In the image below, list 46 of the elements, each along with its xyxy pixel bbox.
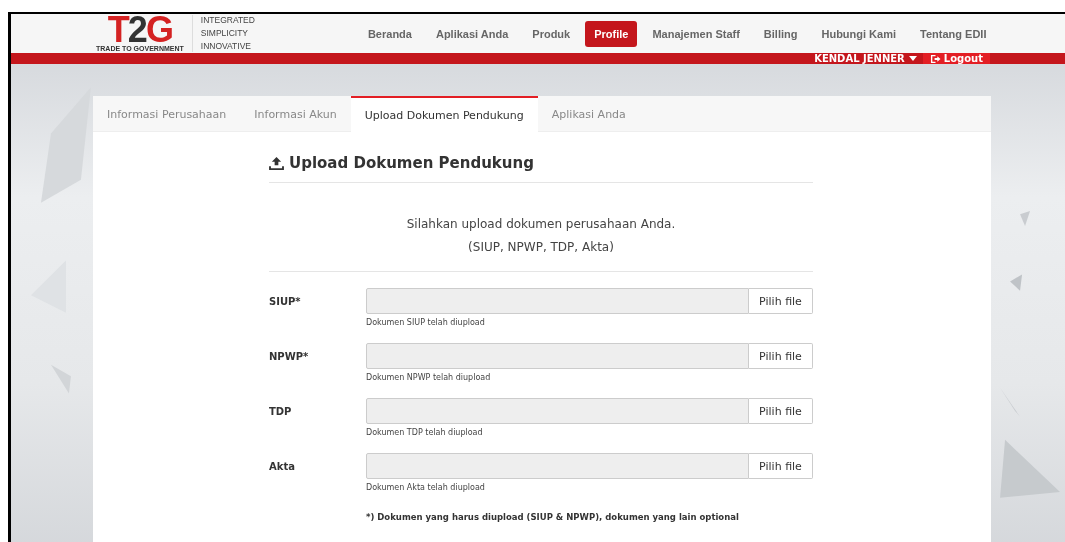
logo-letter: T [107,15,128,45]
upload-status: Dokumen SIUP telah diupload [366,318,486,327]
upload-status: Dokumen TDP telah diupload [366,428,484,437]
background-shape [1010,274,1023,291]
user-menu[interactable]: KENDAL JENNER [808,53,923,64]
file-field[interactable] [366,453,749,479]
tab[interactable]: Upload Dokumen Pendukung [350,96,538,132]
nav-link[interactable]: Billing [754,20,807,47]
field-label: SIUP* [269,295,302,309]
file-field[interactable] [366,398,749,424]
tagline: INTEGRATED [200,14,255,27]
file-field[interactable] [366,288,749,314]
logout-icon [929,53,941,64]
choose-file-button[interactable]: Pilih file [749,453,813,479]
nav-link[interactable]: Profile [585,20,638,47]
tab[interactable]: Informasi Perusahaan [93,96,241,131]
logo-letter: G [145,15,172,45]
logout-button[interactable]: Logout [922,53,990,64]
tagline: SIMPLICITY [200,27,249,40]
field-label: Akta [269,460,296,474]
nav-link[interactable]: Produk [523,20,580,47]
choose-file-button[interactable]: Pilih file [749,343,813,369]
field-label: NPWP* [269,350,310,364]
choose-file-button[interactable]: Pilih file [749,398,813,424]
caret-icon [908,56,917,61]
nav-link[interactable]: Manajemen Staff [643,20,749,47]
field-label: TDP [269,405,293,419]
tab[interactable]: Aplikasi Anda [537,96,640,131]
section-title: Upload Dokumen Pendukung [289,154,534,172]
nav-link[interactable]: Tentang EDII [911,20,996,47]
tagline: INNOVATIVE [200,40,252,53]
nav-link[interactable]: Aplikasi Anda [426,20,518,47]
nav-link[interactable]: Beranda [358,20,421,47]
background-shape [1000,439,1060,498]
nav-link[interactable]: Hubungi Kami [812,20,906,47]
upload-icon [269,156,284,170]
intro-text: (SIUP, NPWP, TDP, Akta) [467,239,615,256]
tab[interactable]: Informasi Akun [240,96,351,131]
upload-status: Dokumen NPWP telah diupload [366,373,492,382]
logo-letter: 2 [127,15,146,45]
choose-file-button[interactable]: Pilih file [749,288,813,314]
upload-status: Dokumen Akta telah diupload [366,483,486,492]
required-note: *) Dokumen yang harus diupload (SIUP & NPWP), dokumen yang lain optional [366,512,740,522]
intro-text: Silahkan upload dokumen perusahaan Anda. [405,216,677,233]
background-shape [1020,210,1031,226]
file-field[interactable] [366,343,749,369]
